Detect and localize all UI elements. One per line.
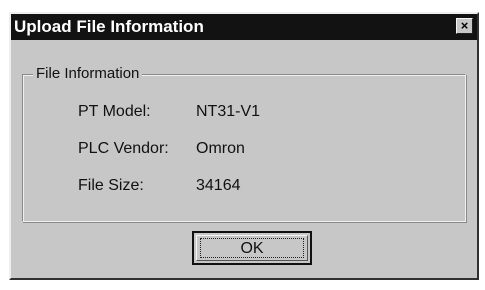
file-size-value: 34164 xyxy=(196,177,241,194)
ok-button-label: OK xyxy=(240,240,264,257)
ok-button[interactable]: OK xyxy=(192,231,312,265)
dialog-title: Upload File Information xyxy=(14,17,204,36)
upload-file-information-dialog: Upload File Information × File Informati… xyxy=(9,12,479,280)
plc-vendor-label: PLC Vendor: xyxy=(78,140,169,157)
group-legend: File Information xyxy=(33,65,143,83)
close-button[interactable]: × xyxy=(456,18,473,34)
file-size-label: File Size: xyxy=(78,177,144,194)
close-icon: × xyxy=(460,18,469,33)
pt-model-label: PT Model: xyxy=(78,103,151,120)
pt-model-value: NT31-V1 xyxy=(196,103,261,120)
title-bar[interactable]: Upload File Information × xyxy=(11,14,477,40)
plc-vendor-value: Omron xyxy=(196,140,245,157)
